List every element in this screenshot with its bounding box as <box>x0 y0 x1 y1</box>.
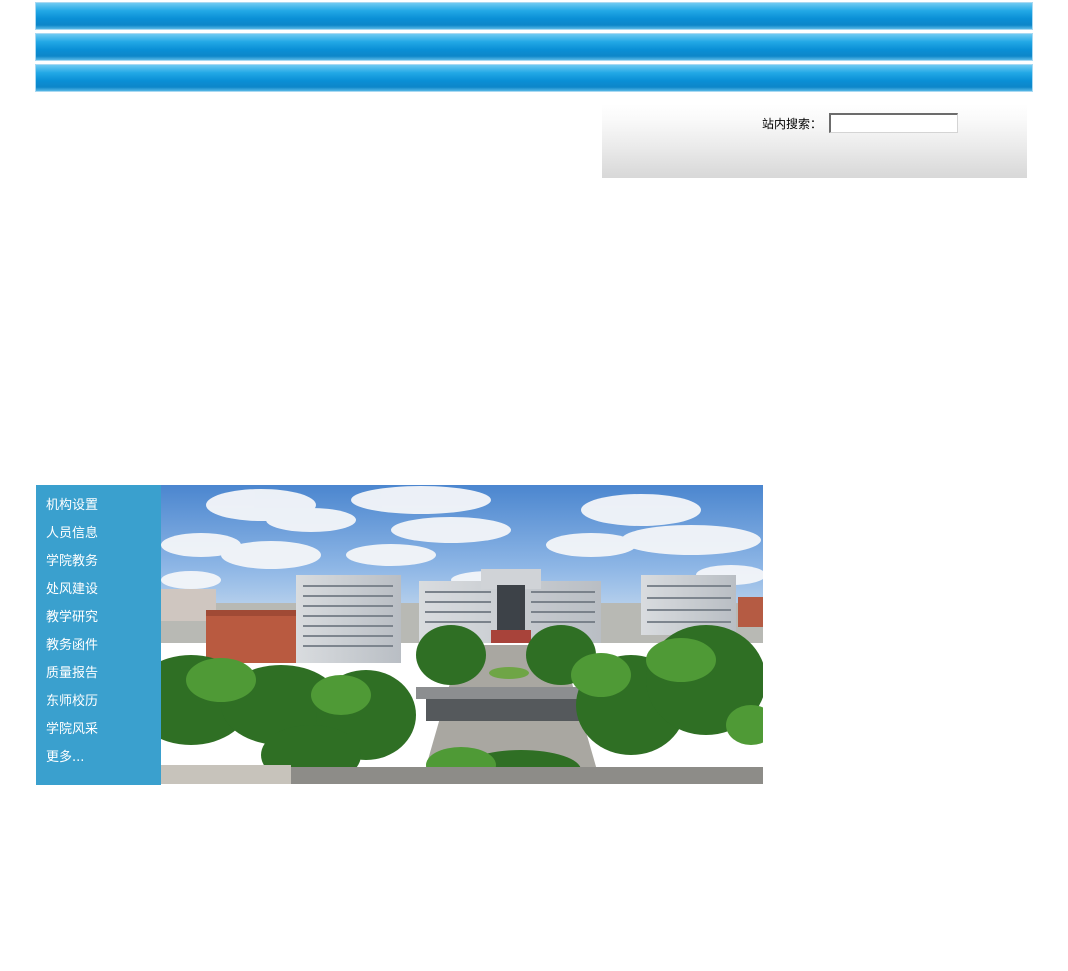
nav-item-quality-report[interactable]: 质量报告 <box>46 665 161 693</box>
header-bar-middle <box>35 33 1033 61</box>
nav-item-teaching-research[interactable]: 教学研究 <box>46 609 161 637</box>
nav-bar <box>35 64 1033 92</box>
nav-item-staff-info[interactable]: 人员信息 <box>46 525 161 553</box>
campus-photo <box>161 485 763 784</box>
nav-item-college-gallery[interactable]: 学院风采 <box>46 721 161 749</box>
nav-item-school-calendar[interactable]: 东师校历 <box>46 693 161 721</box>
nav-item-org-structure[interactable]: 机构设置 <box>46 497 161 525</box>
page: 站内搜索： 机构设置 人员信息 学院教务 处风建设 教学研究 教务函件 质量报告… <box>0 0 1068 971</box>
nav-item-college-affairs[interactable]: 学院教务 <box>46 553 161 581</box>
search-input[interactable] <box>829 113 958 133</box>
side-nav-list: 机构设置 人员信息 学院教务 处风建设 教学研究 教务函件 质量报告 东师校历 … <box>36 485 161 777</box>
nav-item-office-culture[interactable]: 处风建设 <box>46 581 161 609</box>
header-bar-top <box>35 2 1033 30</box>
search-label: 站内搜索： <box>762 117 823 131</box>
nav-item-more[interactable]: 更多... <box>46 749 161 777</box>
side-nav: 机构设置 人员信息 学院教务 处风建设 教学研究 教务函件 质量报告 东师校历 … <box>36 485 161 785</box>
nav-item-academic-letters[interactable]: 教务函件 <box>46 637 161 665</box>
campus-banner: 机构设置 人员信息 学院教务 处风建设 教学研究 教务函件 质量报告 东师校历 … <box>36 485 763 785</box>
search-panel: 站内搜索： <box>602 104 1027 178</box>
